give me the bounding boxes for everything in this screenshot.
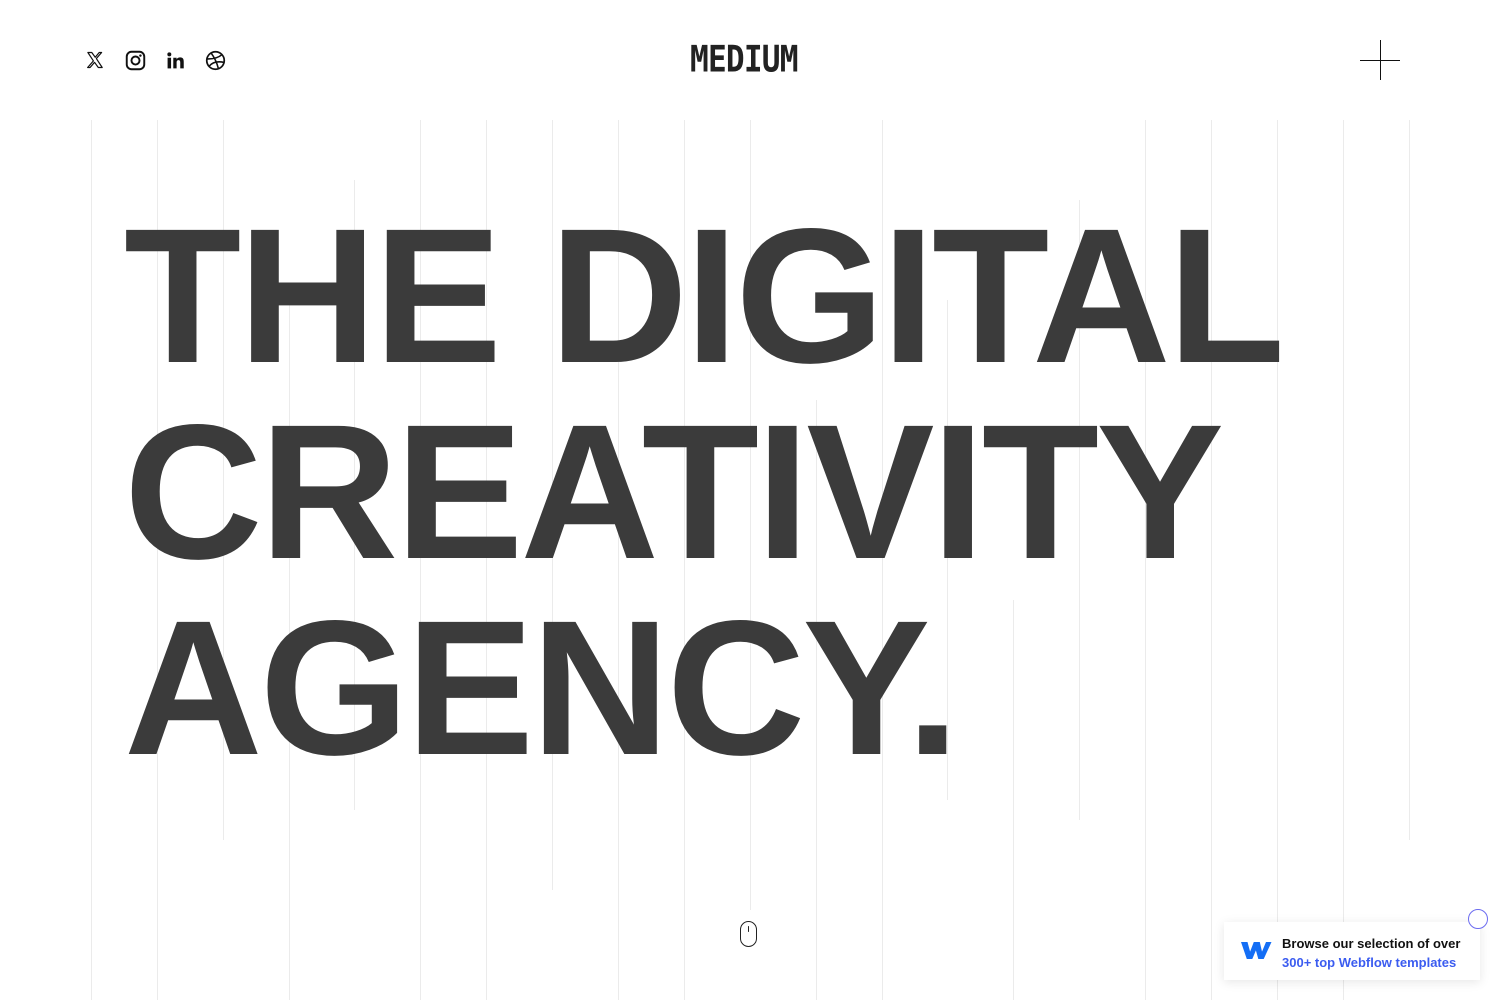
- hero-line-2: CREATIVITY: [124, 384, 1224, 599]
- hero-line-1: THE DIGITAL: [124, 188, 1285, 403]
- x-link[interactable]: [84, 48, 106, 72]
- instagram-link[interactable]: [124, 48, 146, 72]
- social-links: [84, 48, 226, 72]
- dribbble-icon: [205, 50, 225, 70]
- grid-line: [91, 120, 92, 1000]
- site-header: MEDIUM: [0, 0, 1500, 120]
- badge-line-1: Browse our selection of over: [1282, 936, 1461, 951]
- badge-text: Browse our selection of over 300+ top We…: [1282, 934, 1460, 972]
- dribbble-link[interactable]: [204, 48, 226, 72]
- page: MEDIUM THE DIGITAL CREATIVITY AGENCY. Br…: [0, 0, 1500, 1000]
- webflow-badge[interactable]: Browse our selection of over 300+ top We…: [1224, 922, 1480, 980]
- grid-line: [1343, 120, 1344, 1000]
- scroll-down-button[interactable]: [740, 921, 757, 947]
- instagram-icon: [125, 50, 145, 70]
- mouse-scroll-icon: [747, 926, 749, 932]
- grid-line: [1409, 120, 1410, 840]
- site-logo[interactable]: MEDIUM: [690, 40, 810, 80]
- logo-text: MEDIUM: [690, 38, 798, 80]
- x-icon: [87, 51, 103, 69]
- menu-button[interactable]: [1360, 40, 1400, 80]
- hero-line-3: AGENCY.: [124, 580, 960, 795]
- hero-heading: THE DIGITAL CREATIVITY AGENCY.: [124, 198, 1324, 786]
- badge-close-button[interactable]: [1468, 909, 1488, 929]
- badge-line-2[interactable]: 300+ top Webflow templates: [1282, 953, 1460, 972]
- linkedin-link[interactable]: [164, 48, 186, 72]
- linkedin-icon: [166, 51, 184, 68]
- webflow-logo-icon: [1241, 942, 1272, 959]
